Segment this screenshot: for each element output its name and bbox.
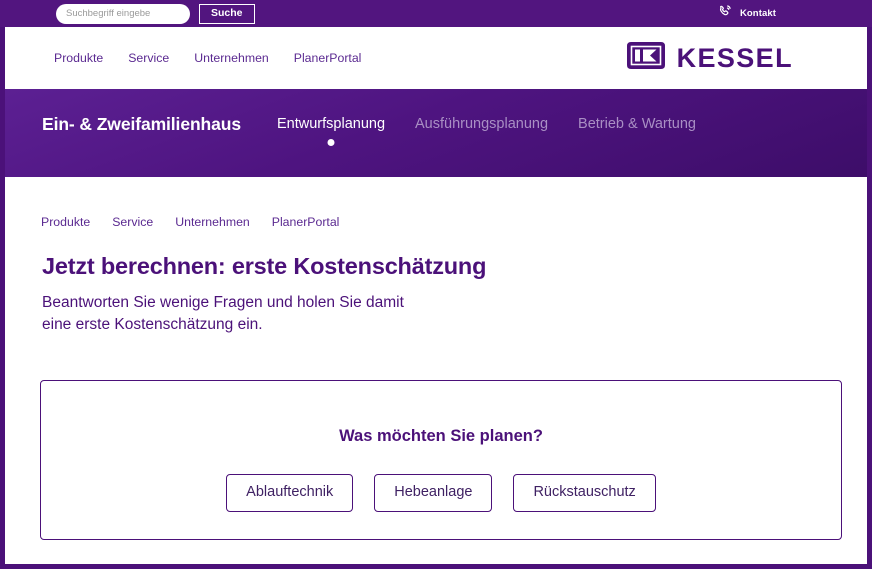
- contact-label: Kontakt: [739, 8, 776, 19]
- kessel-logo-text: KESSEL: [676, 42, 793, 73]
- page-title: Jetzt berechnen: erste Kostenschätzung: [42, 253, 487, 279]
- option-button-hebeanlage[interactable]: Hebeanlage: [374, 474, 493, 512]
- breadcrumb-item-planerportal[interactable]: PlanerPortal: [272, 215, 340, 229]
- option-button-row: Ablauftechnik Hebeanlage Rückstauschutz: [41, 474, 841, 512]
- hero-tab-betrieb-wartung[interactable]: Betrieb & Wartung: [578, 116, 696, 146]
- kessel-logo-mark-icon: [626, 41, 666, 75]
- question-panel: Was möchten Sie planen? Ablauftechnik He…: [40, 380, 842, 540]
- question-title: Was möchten Sie planen?: [339, 427, 543, 445]
- search-input[interactable]: [56, 3, 190, 24]
- nav-item-unternehmen[interactable]: Unternehmen: [194, 51, 269, 65]
- breadcrumb-item-service[interactable]: Service: [112, 215, 153, 229]
- breadcrumb-item-produkte[interactable]: Produkte: [41, 215, 90, 229]
- nav-item-service[interactable]: Service: [128, 51, 169, 65]
- option-button-ablauftechnik[interactable]: Ablauftechnik: [226, 474, 354, 512]
- main-nav-links: Produkte Service Unternehmen PlanerPorta…: [54, 51, 361, 65]
- nav-item-planerportal[interactable]: PlanerPortal: [294, 51, 362, 65]
- hero-tab-label: Entwurfsplanung: [277, 116, 386, 132]
- breadcrumb-item-unternehmen[interactable]: Unternehmen: [175, 215, 250, 229]
- search-button[interactable]: Suche: [199, 3, 255, 24]
- page-subtitle-line-1: Beantworten Sie wenige Fragen und holen …: [42, 294, 404, 311]
- hero-title: Ein- & Zweifamilienhaus: [42, 114, 241, 134]
- page-subtitle-line-2: eine erste Kostenschätzung ein.: [42, 316, 263, 334]
- hero-band: Ein- & Zweifamilienhaus Entwurfsplanung …: [5, 89, 867, 177]
- search-form: Suche: [56, 3, 255, 24]
- hero-tab-label: Betrieb & Wartung: [578, 116, 696, 132]
- utility-bar: Suche Kontakt: [0, 0, 872, 27]
- option-button-rueckstauschutz[interactable]: Rückstauschutz: [513, 474, 656, 512]
- hero-tabs: Entwurfsplanung Ausführungsplanung Betri…: [277, 116, 696, 146]
- breadcrumb: Produkte Service Unternehmen PlanerPorta…: [41, 177, 867, 229]
- phone-contact-icon: [718, 4, 733, 24]
- hero-tab-ausfuehrungsplanung[interactable]: Ausführungsplanung: [415, 116, 548, 146]
- kessel-logo[interactable]: KESSEL: [626, 41, 793, 75]
- hero-tab-entwurfsplanung[interactable]: Entwurfsplanung: [277, 116, 385, 146]
- content-area: Produkte Service Unternehmen PlanerPorta…: [5, 177, 867, 564]
- page-root: Suche Kontakt Produkte Service Unternehm…: [0, 0, 872, 569]
- active-tab-dot-icon: [327, 139, 335, 146]
- hero-tab-label: Ausführungsplanung: [415, 116, 549, 132]
- main-navigation: Produkte Service Unternehmen PlanerPorta…: [5, 27, 867, 89]
- nav-item-produkte[interactable]: Produkte: [54, 51, 103, 65]
- contact-link[interactable]: Kontakt: [718, 0, 776, 27]
- page-subtitle: Beantworten Sie wenige Fragen und holen …: [42, 292, 867, 337]
